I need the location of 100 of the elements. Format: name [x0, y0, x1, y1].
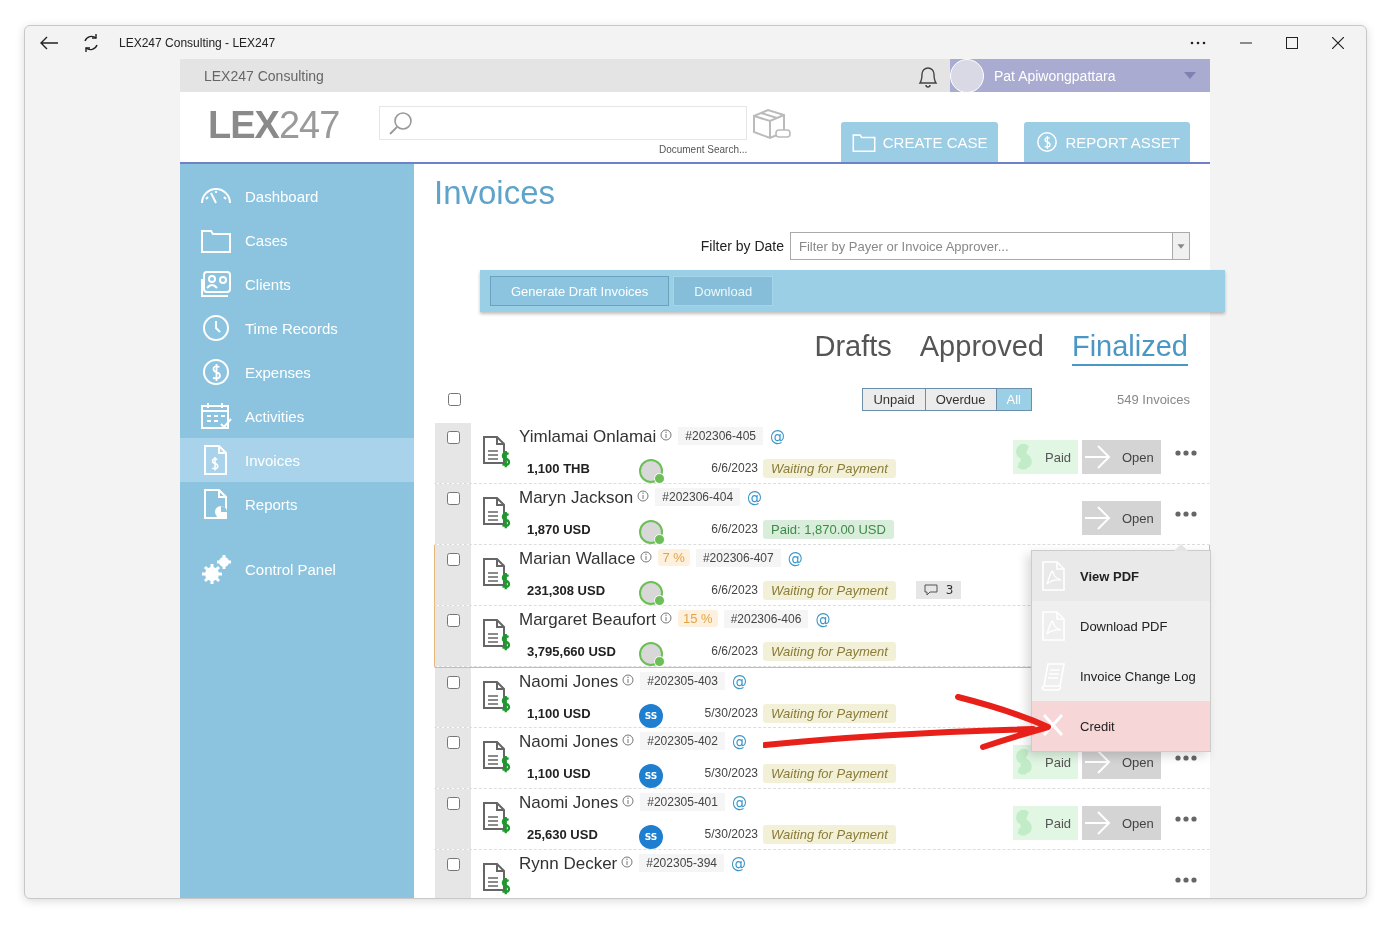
row-checkbox[interactable] [446, 614, 460, 627]
open-button[interactable]: Open [1082, 501, 1161, 535]
invoice-number: #202305-403 [640, 672, 725, 690]
menu-item[interactable]: Download PDF [1032, 601, 1210, 651]
caret-icon [1184, 72, 1196, 79]
arrow-right-icon [1084, 809, 1112, 837]
row-checkbox[interactable] [446, 858, 460, 871]
invoice-document-icon [481, 433, 513, 469]
comments-badge[interactable]: 3 [915, 581, 962, 599]
invoice-date: 5/30/2023 [703, 827, 759, 841]
invoice-date: 6/6/2023 [710, 461, 759, 475]
payer-name[interactable]: Naomi Jones [519, 793, 619, 813]
invoice-document-icon [481, 678, 513, 714]
row-checkbox[interactable] [446, 553, 460, 566]
menu-item[interactable]: Invoice Change Log [1032, 651, 1210, 701]
payer-name[interactable]: Margaret Beaufort [519, 610, 656, 630]
info-icon [622, 674, 635, 686]
payer-name[interactable]: Naomi Jones [519, 672, 619, 692]
payment-status: Waiting for Payment [763, 703, 896, 723]
row-checkbox[interactable] [446, 736, 460, 749]
arrow-right-icon [1084, 443, 1112, 471]
menu-item[interactable]: View PDF [1032, 551, 1210, 601]
row-checkbox[interactable] [446, 676, 460, 689]
approver-initials: SS [639, 764, 663, 788]
invoice-number: #202306-406 [723, 610, 809, 628]
row-checkbox[interactable] [446, 492, 460, 505]
invoice-amount: 231,308 USD [526, 582, 607, 598]
logo: LEX247 [208, 106, 340, 144]
minimize-icon [1240, 41, 1252, 44]
invoice-amount: 1,100 USD [526, 765, 592, 781]
payer-name[interactable]: Rynn Decker [519, 854, 618, 874]
payment-status: Waiting for Payment [763, 580, 896, 600]
search-icon [388, 110, 415, 136]
payer-name[interactable]: Yimlamai Onlamai [519, 427, 657, 447]
package-icon [750, 106, 793, 142]
invoice-number: #202306-405 [678, 427, 764, 445]
invoice-date: 6/6/2023 [710, 644, 759, 658]
info-icon [660, 612, 672, 624]
invoice-number: #202305-394 [639, 854, 724, 872]
payment-status: Waiting for Payment [763, 458, 896, 478]
select-all-checkbox[interactable] [448, 393, 461, 406]
tab[interactable]: Drafts [814, 330, 892, 366]
invoice-amount: 1,100 USD [526, 705, 592, 721]
payment-status: Paid: 1,870.00 USD [763, 519, 894, 539]
window-title: LEX247 Consulting - LEX247 [119, 35, 276, 50]
payer-name[interactable]: Marian Wallace [519, 549, 636, 569]
invoice-date: 6/6/2023 [710, 583, 759, 597]
refresh-icon [81, 32, 101, 53]
arrow-right-icon [1084, 504, 1112, 532]
comment-icon [923, 584, 938, 596]
info-icon [621, 856, 634, 868]
payer-name[interactable]: Naomi Jones [519, 732, 619, 752]
invoice-amount: 1,870 USD [526, 521, 592, 537]
gears-icon [199, 552, 233, 586]
invoice-document-icon [481, 799, 513, 835]
approver-initials: SS [639, 825, 663, 849]
row-checkbox[interactable] [446, 797, 460, 810]
invoice-document-icon [481, 555, 513, 591]
invoice-amount: 25,630 USD [526, 826, 599, 842]
invoice-document-icon [481, 616, 513, 652]
info-icon [637, 490, 650, 502]
invoice-number: #202305-401 [640, 793, 725, 811]
invoice-number: #202306-404 [655, 488, 741, 506]
info-icon [660, 429, 673, 441]
menu-item[interactable]: Credit [1032, 701, 1210, 751]
search-caption: Document Search... [657, 144, 748, 155]
payer-name[interactable]: Maryn Jackson [519, 488, 634, 508]
info-icon [622, 734, 635, 746]
invoice-count: 549 Invoices [1117, 392, 1190, 407]
segment-button[interactable]: Unpaid [863, 389, 925, 410]
paid-button[interactable]: Paid [1013, 806, 1078, 840]
search-field[interactable] [379, 106, 748, 140]
open-button[interactable]: Open [1082, 806, 1161, 840]
invoice-number: #202306-407 [695, 549, 781, 567]
invoice-amount: 3,795,660 USD [526, 643, 617, 659]
row-checkbox[interactable] [446, 431, 460, 444]
filter-field[interactable]: Filter by Payer or Invoice Approver... [790, 232, 1172, 260]
page-title: Invoices [434, 174, 557, 212]
approver-initials: SS [639, 704, 663, 728]
close-icon [1332, 36, 1344, 49]
invoice-document-icon [481, 494, 513, 530]
tab[interactable]: Approved [919, 330, 1044, 366]
segment-button[interactable]: Overdue [924, 389, 996, 410]
invoice-date: 6/6/2023 [710, 522, 759, 536]
payment-status: Waiting for Payment [763, 641, 896, 661]
open-button[interactable]: Open [1082, 440, 1161, 474]
invoice-document-icon [481, 738, 513, 774]
maximize-icon [1286, 36, 1298, 49]
more-icon [1190, 40, 1206, 45]
invoice-document-icon [481, 860, 513, 896]
invoice-amount: 1,100 THB [526, 460, 591, 476]
invoice-date: 5/30/2023 [703, 766, 759, 780]
payment-status: Waiting for Payment [763, 763, 896, 783]
back-icon [39, 34, 59, 51]
discount-badge: 7 % [657, 549, 690, 566]
info-icon [622, 795, 635, 807]
paid-button[interactable]: Paid [1013, 440, 1078, 474]
info-icon [639, 551, 652, 563]
filter-label: Filter by Date [700, 238, 784, 254]
organization-name: LEX247 Consulting [204, 67, 324, 84]
